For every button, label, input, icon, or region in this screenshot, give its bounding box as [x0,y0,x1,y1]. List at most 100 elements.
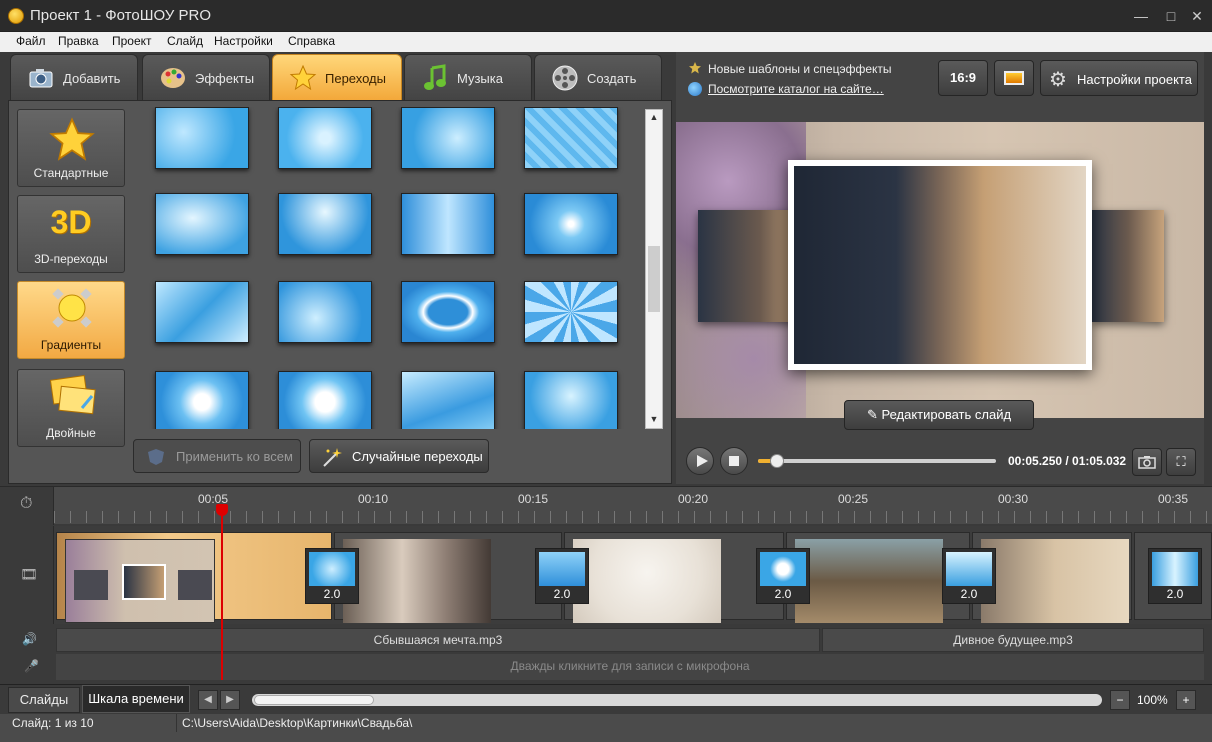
tab-add[interactable]: Добавить [10,54,138,100]
slide-counter: Слайд: 1 из 10 [12,716,94,730]
transition-thumb[interactable] [155,193,249,255]
scroll-up-icon[interactable]: ▲ [648,112,660,124]
speaker-icon: 🔊 [22,632,37,646]
transition-thumb[interactable] [155,371,249,429]
transition-thumb[interactable] [278,193,372,255]
random-transitions-button[interactable]: Случайные переходы [309,439,489,473]
category-gradients[interactable]: Градиенты [17,281,125,359]
transition-block[interactable]: 2.0 [942,548,996,604]
scroll-thumb[interactable] [648,246,660,312]
transition-thumb[interactable] [524,193,618,255]
maximize-button[interactable]: □ [1160,6,1182,26]
play-button[interactable] [686,447,714,475]
playback-slider[interactable] [758,454,996,468]
ruler-label: 00:25 [838,492,869,506]
scroll-right-button[interactable]: ▶ [220,690,240,710]
fullscreen-button[interactable]: ⛶ [1166,448,1196,476]
transitions-scrollbar[interactable]: ▲ ▼ [645,109,663,429]
play-icon [697,455,708,467]
mic-track-header: 🎤 [0,654,54,680]
timeline-scroll-thumb[interactable] [254,695,374,705]
transition-thumb[interactable] [278,281,372,343]
zoom-out-button[interactable]: − [1110,690,1130,710]
apply-all-button[interactable]: Применить ко всем [133,439,301,473]
transitions-grid [133,107,641,429]
edit-slide-button[interactable]: ✎ Редактировать слайд [844,400,1034,430]
app-logo-icon [8,8,24,24]
tab-transitions[interactable]: Переходы [272,54,402,100]
category-double[interactable]: Двойные [17,369,125,447]
transition-duration: 2.0 [323,587,341,601]
star-icon [689,62,701,74]
tab-effects[interactable]: Эффекты [142,54,270,100]
scroll-down-icon[interactable]: ▼ [648,414,660,426]
category-3d[interactable]: 3D 3D-переходы [17,195,125,273]
menu-help[interactable]: Справка [288,34,335,48]
audio-clip[interactable]: Сбывшаяся мечта.mp3 [56,628,820,652]
timeline-slide[interactable] [334,532,562,623]
double-cards-icon [49,375,96,415]
3d-icon: 3D [50,204,92,240]
transition-thumb[interactable] [401,193,495,255]
player-controls: 00:05.250 / 01:05.032 ⛶ [676,438,1204,484]
track-header: 🎞 [0,526,54,624]
transition-thumb[interactable] [278,107,372,169]
snapshot-button[interactable] [1132,448,1162,476]
menu-file[interactable]: Файл [16,34,46,48]
transition-thumb[interactable] [401,281,495,343]
apply-all-label: Применить ко всем [176,449,293,464]
palette-icon [161,68,185,88]
music-note-icon [424,64,446,90]
scroll-left-button[interactable]: ◀ [198,690,218,710]
audio-clip[interactable]: Дивное будущее.mp3 [822,628,1204,652]
transition-thumb[interactable] [278,371,372,429]
transition-thumb[interactable] [401,371,495,429]
transition-block[interactable]: 2.0 [305,548,359,604]
zoom-in-button[interactable]: + [1176,690,1196,710]
category-standard[interactable]: Стандартные [17,109,125,187]
timeline-slide[interactable] [564,532,784,623]
catalog-link[interactable]: Посмотрите каталог на сайте… [708,82,884,96]
playhead[interactable] [221,504,223,680]
aspect-ratio-button[interactable]: 16:9 [938,60,988,96]
tab-create[interactable]: Создать [534,54,662,100]
timeline-scrollbar[interactable] [252,694,1102,706]
minimize-button[interactable]: — [1130,6,1152,26]
shield-icon [148,449,164,465]
film-icon: 🎞 [20,566,38,582]
timeline-ruler[interactable]: ⏱ 00:05 00:10 00:15 00:20 00:25 00:30 00… [0,486,1212,525]
tab-timeline[interactable]: Шкала времени [82,685,190,713]
timeline-slide[interactable] [972,532,1132,623]
transition-block[interactable]: 2.0 [535,548,589,604]
tab-add-label: Добавить [63,71,121,86]
gradient-sun-icon [52,288,92,328]
tab-effects-label: Эффекты [195,71,255,86]
background-button[interactable] [994,60,1034,96]
main-tabs: Добавить Эффекты Переходы Музыка Создать [8,52,668,100]
playhead-handle[interactable] [216,504,228,516]
tab-music[interactable]: Музыка [404,54,532,100]
menu-settings[interactable]: Настройки [214,34,273,48]
transition-thumb[interactable] [401,107,495,169]
transition-thumb[interactable] [524,107,618,169]
menu-slide[interactable]: Слайд [167,34,203,48]
transition-block[interactable]: 2.0 [1148,548,1202,604]
close-button[interactable]: ✕ [1186,6,1208,26]
menu-edit[interactable]: Правка [58,34,99,48]
mic-track[interactable]: Дважды кликните для записи с микрофона [56,654,1204,680]
timeline-slide-selected[interactable] [56,532,332,623]
ruler-label: 00:20 [678,492,709,506]
category-double-label: Двойные [46,426,96,440]
slide-photo-frame [788,160,1092,370]
folder-path: C:\Users\Aida\Desktop\Картинки\Свадьба\ [182,716,413,730]
playback-handle[interactable] [770,454,785,468]
transition-thumb[interactable] [524,371,618,429]
transition-thumb[interactable] [155,107,249,169]
transition-block[interactable]: 2.0 [756,548,810,604]
transition-thumb[interactable] [524,281,618,343]
transition-thumb[interactable] [155,281,249,343]
menu-project[interactable]: Проект [112,34,152,48]
stop-button[interactable] [720,447,748,475]
project-settings-button[interactable]: ⚙ Настройки проекта [1040,60,1198,96]
tab-slides[interactable]: Слайды [8,687,80,713]
